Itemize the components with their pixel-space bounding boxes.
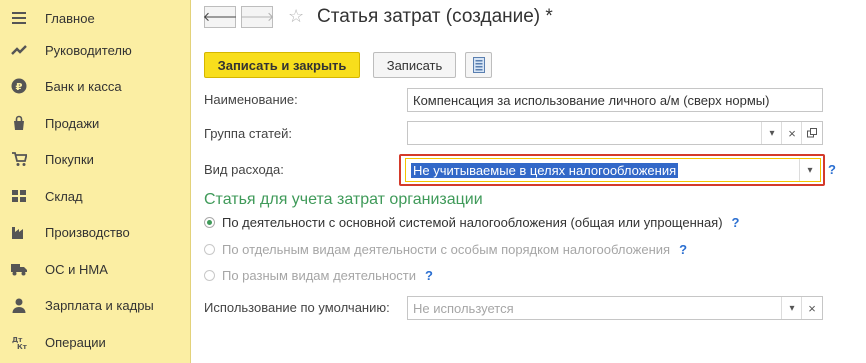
name-label: Наименование:: [204, 92, 298, 107]
chevron-down-icon[interactable]: ▾: [799, 159, 820, 181]
clear-icon[interactable]: ×: [801, 297, 822, 319]
expense-type-value: Не учитываемые в целях налогообложения: [411, 162, 679, 178]
sidebar-item-fixed-assets[interactable]: ОС и НМА: [0, 251, 190, 287]
group-field[interactable]: ▾ ×: [407, 121, 823, 145]
default-usage-value: Не используется: [413, 300, 514, 316]
warehouse-icon: [11, 188, 27, 204]
radio-dot: [204, 270, 215, 281]
help-icon[interactable]: ?: [679, 242, 687, 257]
sidebar-item-warehouse[interactable]: Склад: [0, 178, 190, 214]
sidebar-item-label: Покупки: [45, 151, 94, 167]
radio-main-taxation[interactable]: По деятельности с основной системой нало…: [204, 215, 740, 230]
expense-type-label: Вид расхода:: [204, 162, 284, 177]
section-title: Статья для учета затрат организации: [204, 191, 483, 208]
sidebar-item-label: Склад: [45, 188, 83, 204]
sidebar: Главное Руководителю ₽ Банк и касса Прод…: [0, 0, 191, 363]
factory-icon: [11, 224, 27, 240]
sidebar-item-label: Руководителю: [45, 42, 132, 58]
operations-icon: Дт Кт: [11, 334, 27, 350]
bag-icon: [11, 115, 27, 131]
document-list-button[interactable]: [465, 52, 492, 78]
help-icon[interactable]: ?: [732, 215, 740, 230]
clear-icon[interactable]: ×: [781, 122, 802, 144]
arrow-left-icon: 🡐: [202, 9, 238, 24]
person-icon: [11, 297, 27, 313]
back-button[interactable]: 🡐: [202, 6, 238, 28]
name-field[interactable]: Компенсация за использование личного а/м…: [407, 88, 823, 112]
name-value: Компенсация за использование личного а/м…: [413, 92, 770, 108]
star-icon[interactable]: ☆: [288, 6, 304, 27]
radio-various-activities[interactable]: По разным видам деятельности ?: [204, 268, 433, 283]
open-icon[interactable]: [801, 122, 822, 144]
sidebar-item-manager[interactable]: Руководителю: [0, 32, 190, 68]
sidebar-item-salary[interactable]: Зарплата и кадры: [0, 287, 190, 323]
radio-label: По деятельности с основной системой нало…: [222, 215, 723, 230]
truck-icon: [11, 261, 27, 277]
radio-dot: [204, 217, 215, 228]
radio-special-taxation[interactable]: По отдельным видам деятельности с особым…: [204, 242, 687, 257]
sidebar-item-label: Банк и касса: [45, 78, 122, 94]
forward-button[interactable]: 🡒: [239, 6, 275, 28]
sidebar-item-purchases[interactable]: Покупки: [0, 141, 190, 177]
cart-icon: [11, 151, 27, 167]
sidebar-item-sales[interactable]: Продажи: [0, 105, 190, 141]
sidebar-item-label: Главное: [45, 10, 95, 26]
chevron-down-icon[interactable]: ▾: [781, 297, 802, 319]
chevron-down-icon[interactable]: ▾: [761, 122, 782, 144]
radio-label: По отдельным видам деятельности с особым…: [222, 242, 671, 257]
save-and-close-button[interactable]: Записать и закрыть: [204, 52, 360, 78]
svg-text:Кт: Кт: [17, 343, 27, 350]
document-icon: [472, 57, 485, 73]
radio-label: По разным видам деятельности: [222, 268, 417, 283]
arrow-right-icon: 🡒: [239, 9, 275, 24]
sidebar-item-operations[interactable]: Дт Кт Операции: [0, 324, 190, 360]
radio-dot: [204, 244, 215, 255]
menu-icon: [11, 10, 27, 26]
sidebar-item-label: Операции: [45, 334, 106, 350]
sidebar-item-label: ОС и НМА: [45, 261, 108, 277]
default-usage-field[interactable]: Не используется ▾ ×: [407, 296, 823, 320]
save-button[interactable]: Записать: [373, 52, 456, 78]
expense-type-field[interactable]: Не учитываемые в целях налогообложения ▾: [405, 158, 821, 182]
sidebar-item-bank[interactable]: ₽ Банк и касса: [0, 68, 190, 104]
sidebar-item-label: Производство: [45, 224, 130, 240]
trend-icon: [11, 42, 27, 58]
svg-text:₽: ₽: [16, 82, 23, 93]
page-title: Статья затрат (создание) *: [317, 6, 553, 27]
sidebar-item-label: Зарплата и кадры: [45, 297, 154, 313]
default-usage-label: Использование по умолчанию:: [204, 300, 390, 315]
help-icon[interactable]: ?: [425, 268, 433, 283]
help-icon[interactable]: ?: [828, 162, 836, 177]
ruble-icon: ₽: [11, 78, 27, 94]
sidebar-item-label: Продажи: [45, 115, 100, 131]
main-form: 🡐 🡒 ☆ Статья затрат (создание) * Записат…: [191, 0, 866, 363]
sidebar-item-production[interactable]: Производство: [0, 214, 190, 250]
group-label: Группа статей:: [204, 126, 292, 141]
sidebar-item-main[interactable]: Главное: [0, 0, 190, 36]
